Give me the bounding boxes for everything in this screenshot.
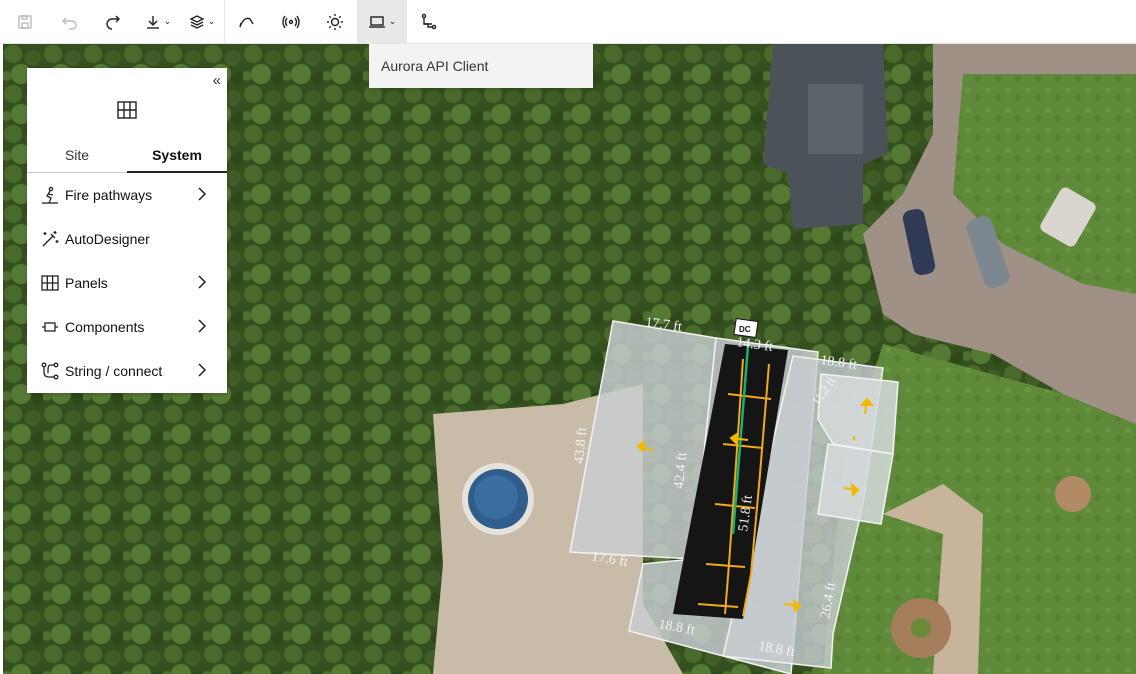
fire-pathway-icon bbox=[41, 186, 59, 204]
broadcast-icon bbox=[282, 15, 300, 28]
chevron-down-icon: ⌄ bbox=[207, 16, 216, 26]
save-button[interactable] bbox=[0, 0, 50, 44]
chevron-right-icon bbox=[197, 275, 207, 292]
menu-item-autodesigner[interactable]: AutoDesigner bbox=[27, 217, 227, 261]
device-button[interactable]: ⌄ bbox=[357, 0, 407, 44]
toolbar: ⌄ ⌄ ⌄ bbox=[0, 0, 1136, 44]
menu-item-fire-pathways[interactable]: Fire pathways bbox=[27, 173, 227, 217]
menu-item-label: Panels bbox=[65, 275, 108, 291]
chevron-right-icon bbox=[197, 363, 207, 380]
menu-item-label: Components bbox=[65, 319, 145, 335]
menu-item-panels[interactable]: Panels bbox=[27, 261, 227, 305]
route-button[interactable] bbox=[407, 0, 451, 44]
design-panel: « Site System Fire pathways AutoDesigner bbox=[27, 68, 227, 393]
menu-item-components[interactable]: Components bbox=[27, 305, 227, 349]
chevron-right-icon bbox=[197, 319, 207, 336]
menu-item-label: String / connect bbox=[65, 363, 163, 379]
menu-item-string-connect[interactable]: String / connect bbox=[27, 349, 227, 393]
download-icon bbox=[146, 15, 159, 29]
dimension-label: 43.8 ft bbox=[572, 427, 590, 465]
save-icon bbox=[18, 14, 32, 29]
string-connect-icon bbox=[41, 362, 59, 380]
tab-site-label: Site bbox=[64, 147, 90, 163]
undo-button[interactable] bbox=[50, 0, 90, 44]
redo-icon bbox=[106, 15, 120, 30]
download-button[interactable]: ⌄ bbox=[136, 0, 180, 44]
system-menu: Fire pathways AutoDesigner Panels Compon… bbox=[27, 173, 227, 393]
sun-button[interactable] bbox=[313, 0, 357, 44]
magic-wand-icon bbox=[41, 230, 59, 248]
chevron-down-icon: ⌄ bbox=[163, 16, 172, 26]
tab-site[interactable]: Site bbox=[27, 138, 127, 172]
chevron-down-icon: ⌄ bbox=[388, 16, 397, 26]
shade-button[interactable] bbox=[225, 0, 269, 44]
collapse-panel-icon[interactable]: « bbox=[213, 72, 221, 89]
layers-icon bbox=[189, 14, 205, 29]
dimension-label: 42.4 ft bbox=[672, 452, 690, 490]
chevron-right-icon bbox=[197, 187, 207, 204]
route-icon bbox=[421, 13, 437, 29]
broadcast-button[interactable] bbox=[269, 0, 313, 44]
shade-icon bbox=[239, 17, 254, 27]
menu-item-label: AutoDesigner bbox=[65, 231, 150, 247]
undo-icon bbox=[62, 17, 77, 30]
component-icon bbox=[41, 318, 59, 336]
layers-button[interactable]: ⌄ bbox=[180, 0, 224, 44]
dropdown-item-aurora-api-client[interactable]: Aurora API Client bbox=[381, 58, 488, 74]
device-dropdown-menu: Aurora API Client bbox=[369, 44, 593, 88]
panels-grid-icon bbox=[41, 274, 59, 292]
dc-label: DC bbox=[739, 325, 751, 334]
panel-tabs: Site System bbox=[27, 138, 227, 173]
menu-item-label: Fire pathways bbox=[65, 187, 153, 203]
sun-icon bbox=[327, 13, 343, 30]
redo-button[interactable] bbox=[90, 0, 136, 44]
tab-system[interactable]: System bbox=[127, 138, 227, 173]
tab-system-label: System bbox=[152, 147, 202, 163]
panels-grid-icon bbox=[117, 101, 137, 124]
laptop-icon bbox=[368, 15, 385, 28]
